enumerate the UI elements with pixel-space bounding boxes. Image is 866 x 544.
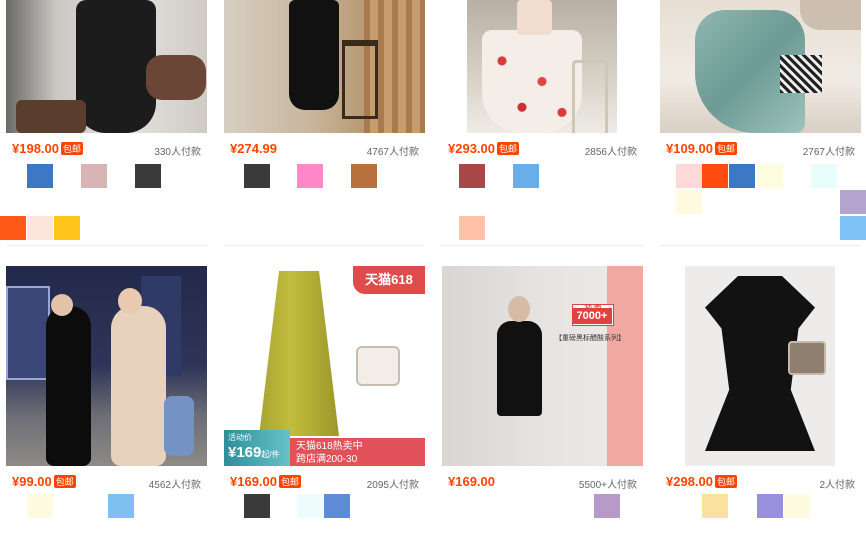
sales-count: 4562人付款 [148, 480, 201, 491]
color-swatch[interactable] [840, 216, 866, 240]
product-card[interactable]: 天猫618 活动价 ¥169起/件 天猫618热卖中 跨店满200-30 ¥16… [224, 266, 425, 492]
color-swatch[interactable] [297, 494, 323, 518]
promo-brand-badge: 天猫618 [353, 266, 425, 294]
color-swatch[interactable] [702, 164, 728, 188]
product-card[interactable]: 热卖 7000+ 【重磅黑标醋酸系列】 ¥169.00 5500+人付款 [442, 266, 643, 492]
color-swatch[interactable] [840, 190, 866, 214]
price: ¥169.00 [448, 474, 495, 489]
color-swatch[interactable] [702, 494, 728, 518]
product-card[interactable]: ¥99.00 包邮 4562人付款 [6, 266, 207, 492]
product-card[interactable]: ¥293.00 包邮 2856人付款 [442, 0, 643, 159]
product-image[interactable]: 天猫618 活动价 ¥169起/件 天猫618热卖中 跨店满200-30 [224, 266, 425, 466]
color-swatch[interactable] [244, 164, 270, 188]
price: ¥169.00 包邮 [230, 474, 302, 489]
price: ¥198.00 包邮 [12, 141, 84, 156]
sales-count: 2856人付款 [584, 147, 637, 158]
color-swatch[interactable] [757, 494, 783, 518]
color-swatch[interactable] [757, 164, 783, 188]
divider [442, 245, 643, 246]
product-card[interactable]: ¥198.00 包邮 330人付款 [6, 0, 207, 159]
sales-count: 5500+人付款 [578, 480, 637, 491]
product-card[interactable]: ¥298.00 包邮 2人付款 [660, 266, 861, 492]
product-image[interactable] [224, 0, 425, 133]
color-swatch[interactable] [297, 164, 323, 188]
hot-count: 7000+ [572, 308, 612, 324]
free-shipping-badge: 包邮 [715, 142, 738, 155]
color-swatch[interactable] [27, 164, 53, 188]
color-swatch[interactable] [27, 216, 53, 240]
price: ¥109.00 包邮 [666, 141, 738, 156]
color-swatch[interactable] [324, 494, 350, 518]
promo-banner: 天猫618热卖中 跨店满200-30 [290, 438, 425, 466]
product-image[interactable] [442, 0, 643, 133]
promo-price-box: 活动价 ¥169起/件 [224, 430, 290, 466]
color-swatch[interactable] [594, 494, 620, 518]
free-shipping-badge: 包邮 [53, 475, 76, 488]
price: ¥274.99 [230, 141, 277, 156]
color-swatch[interactable] [351, 164, 377, 188]
product-image[interactable] [6, 266, 207, 466]
price: ¥293.00 包邮 [448, 141, 520, 156]
color-swatch[interactable] [81, 164, 107, 188]
promo-line: 跨店满200-30 [296, 454, 358, 465]
free-shipping-badge: 包邮 [497, 142, 520, 155]
sales-count: 2095人付款 [366, 480, 419, 491]
color-swatch[interactable] [676, 190, 702, 214]
sales-count: 2767人付款 [802, 147, 855, 158]
color-swatch[interactable] [108, 494, 134, 518]
product-image[interactable] [660, 0, 861, 133]
free-shipping-badge: 包邮 [279, 475, 302, 488]
divider [660, 245, 861, 246]
color-swatch[interactable] [459, 216, 485, 240]
product-card[interactable]: ¥274.99 4767人付款 [224, 0, 425, 159]
promo-line: 天猫618热卖中 [296, 441, 363, 452]
product-card[interactable]: ¥109.00 包邮 2767人付款 [660, 0, 861, 159]
divider [6, 245, 207, 246]
free-shipping-badge: 包邮 [61, 142, 84, 155]
color-swatch[interactable] [459, 164, 485, 188]
sales-count: 4767人付款 [366, 147, 419, 158]
color-swatch[interactable] [811, 164, 837, 188]
color-swatch[interactable] [729, 164, 755, 188]
product-image[interactable]: 热卖 7000+ 【重磅黑标醋酸系列】 [442, 266, 643, 466]
color-swatch[interactable] [27, 494, 53, 518]
promo-label: 活动价 [228, 433, 252, 442]
product-image[interactable] [6, 0, 207, 133]
color-swatch[interactable] [513, 164, 539, 188]
sales-count: 330人付款 [154, 147, 201, 158]
series-label: 【重磅黑标醋酸系列】 [555, 335, 625, 342]
color-swatch[interactable] [784, 494, 810, 518]
price: ¥298.00 包邮 [666, 474, 738, 489]
promo-unit: 起/件 [261, 450, 280, 459]
product-image[interactable] [660, 266, 861, 466]
color-swatch[interactable] [244, 494, 270, 518]
price: ¥99.00 包邮 [12, 474, 76, 489]
promo-price: ¥169 [228, 444, 262, 461]
free-shipping-badge: 包邮 [715, 475, 738, 488]
color-swatch[interactable] [54, 216, 80, 240]
color-swatch[interactable] [135, 164, 161, 188]
divider [224, 245, 425, 246]
sales-count: 2人付款 [819, 480, 855, 491]
color-swatch[interactable] [676, 164, 702, 188]
color-swatch[interactable] [0, 216, 26, 240]
